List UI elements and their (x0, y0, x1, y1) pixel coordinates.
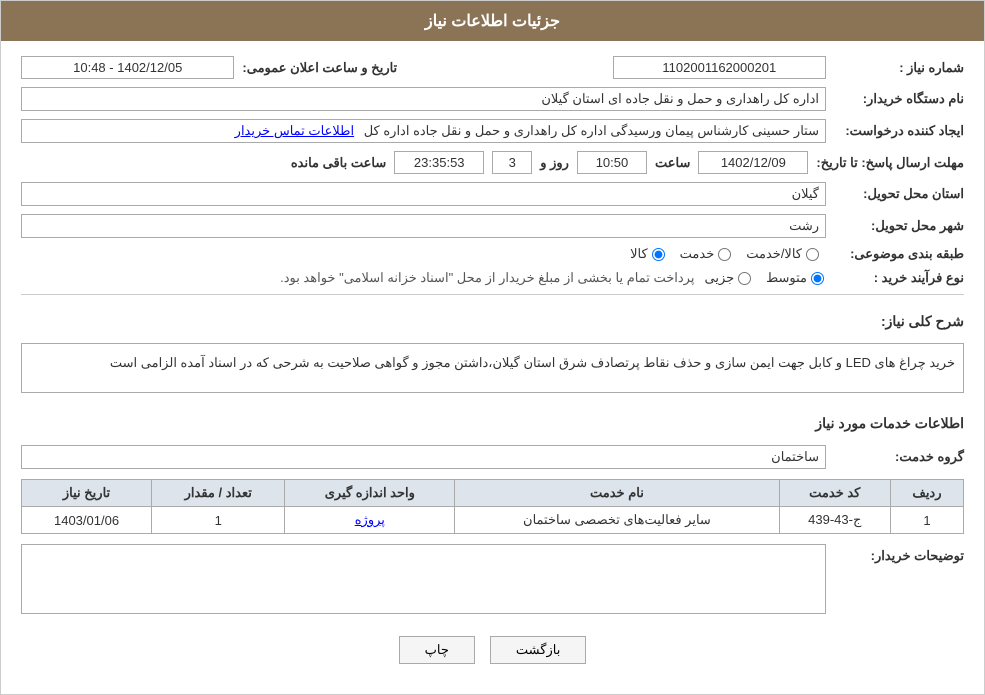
deadline-label: مهلت ارسال پاسخ: تا تاریخ: (816, 155, 964, 171)
creator-link[interactable]: اطلاعات تماس خریدار (235, 123, 354, 138)
process-motavasset-radio[interactable] (811, 272, 824, 285)
province-label: استان محل تحویل: (834, 186, 964, 202)
back-button[interactable]: بازگشت (490, 636, 586, 664)
th-row-num: ردیف (890, 480, 963, 507)
city-value: رشت (21, 214, 826, 238)
process-motavasset[interactable]: متوسط (766, 270, 824, 286)
row-city: شهر محل تحویل: رشت (21, 214, 964, 238)
row-category: طبقه بندی موضوعی: کالا/خدمت خدمت کالا (21, 246, 964, 262)
deadline-days: 3 (492, 151, 532, 174)
announcement-label: تاریخ و ساعت اعلان عمومی: (242, 60, 397, 76)
city-label: شهر محل تحویل: (834, 218, 964, 234)
service-table: ردیف کد خدمت نام خدمت واحد اندازه گیری ت… (21, 479, 964, 534)
deadline-time: 10:50 (577, 151, 647, 174)
row-buyer-org: نام دستگاه خریدار: اداره کل راهداری و حم… (21, 87, 964, 111)
category-kala-khedmat-radio[interactable] (806, 248, 819, 261)
deadline-day-label: روز و (540, 155, 569, 171)
th-service-code: کد خدمت (779, 480, 890, 507)
service-group-label: گروه خدمت: (834, 449, 964, 465)
process-note: پرداخت تمام یا بخشی از مبلغ خریدار از مح… (21, 270, 694, 286)
process-label: نوع فرآیند خرید : (834, 270, 964, 286)
row-creator: ایجاد کننده درخواست: ستار حسینی کارشناس … (21, 119, 964, 143)
need-number-value: 1102001162000201 (613, 56, 826, 79)
row-service-section: اطلاعات خدمات مورد نیاز (21, 405, 964, 437)
table-row: 1 ج-43-439 سایر فعالیت‌های تخصصی ساختمان… (22, 507, 964, 534)
row-service-group: گروه خدمت: ساختمان (21, 445, 964, 469)
deadline-remaining: 23:35:53 (394, 151, 484, 174)
cell-date: 1403/01/06 (22, 507, 152, 534)
category-khedmat[interactable]: خدمت (680, 246, 732, 262)
buyer-notes-label: توضیحات خریدار: (834, 544, 964, 564)
cell-qty: 1 (152, 507, 285, 534)
category-kala-khedmat-label: کالا/خدمت (746, 246, 802, 262)
deadline-date: 1402/12/09 (698, 151, 808, 174)
category-khedmat-label: خدمت (680, 246, 715, 262)
buyer-notes-textarea[interactable] (21, 544, 826, 614)
process-motavasset-label: متوسط (766, 270, 807, 286)
page-header: جزئیات اطلاعات نیاز (1, 1, 984, 41)
category-kala-radio[interactable] (652, 248, 665, 261)
separator-1 (21, 294, 964, 295)
deadline-time-label: ساعت (655, 155, 690, 171)
process-jozee-radio[interactable] (738, 272, 751, 285)
cell-service-name: سایر فعالیت‌های تخصصی ساختمان (455, 507, 779, 534)
service-table-body: 1 ج-43-439 سایر فعالیت‌های تخصصی ساختمان… (22, 507, 964, 534)
page-title: جزئیات اطلاعات نیاز (425, 13, 560, 30)
announcement-value: 1402/12/05 - 10:48 (21, 56, 234, 79)
buyer-org-value: اداره کل راهداری و حمل و نقل جاده ای است… (21, 87, 826, 111)
row-need-number: شماره نیاز : 1102001162000201 تاریخ و سا… (21, 56, 964, 79)
category-kala-label: کالا (630, 246, 648, 262)
row-process: نوع فرآیند خرید : متوسط جزیی پرداخت تمام… (21, 270, 964, 286)
content-area: شماره نیاز : 1102001162000201 تاریخ و سا… (1, 41, 984, 694)
category-radio-group: کالا/خدمت خدمت کالا (630, 246, 819, 262)
row-description-header: شرح کلی نیاز: (21, 303, 964, 335)
description-section-label: شرح کلی نیاز: (881, 313, 964, 330)
deadline-remaining-label: ساعت باقی مانده (291, 155, 386, 171)
th-qty: تعداد / مقدار (152, 480, 285, 507)
process-jozee-label: جزیی (704, 270, 734, 286)
th-service-name: نام خدمت (455, 480, 779, 507)
service-table-header-row: ردیف کد خدمت نام خدمت واحد اندازه گیری ت… (22, 480, 964, 507)
th-date: تاریخ نیاز (22, 480, 152, 507)
description-text: خرید چراغ های LED و کابل جهت ایمن سازی و… (21, 343, 964, 393)
service-group-value: ساختمان (21, 445, 826, 469)
category-kala-khedmat[interactable]: کالا/خدمت (746, 246, 819, 262)
service-section-label: اطلاعات خدمات مورد نیاز (815, 415, 964, 432)
buyer-org-label: نام دستگاه خریدار: (834, 91, 964, 107)
category-khedmat-radio[interactable] (718, 248, 731, 261)
button-row: بازگشت چاپ (21, 626, 964, 679)
cell-service-code: ج-43-439 (779, 507, 890, 534)
category-kala[interactable]: کالا (630, 246, 665, 262)
need-number-label: شماره نیاز : (834, 60, 964, 76)
creator-label: ایجاد کننده درخواست: (834, 123, 964, 139)
print-button[interactable]: چاپ (399, 636, 475, 664)
page-wrapper: جزئیات اطلاعات نیاز شماره نیاز : 1102001… (0, 0, 985, 695)
cell-unit[interactable]: پروژه (285, 507, 455, 534)
process-radio-group: متوسط جزیی (704, 270, 824, 286)
category-label: طبقه بندی موضوعی: (834, 246, 964, 262)
process-jozee[interactable]: جزیی (704, 270, 751, 286)
creator-value: ستار حسینی کارشناس پیمان ورسیدگی اداره ک… (21, 119, 826, 143)
th-unit: واحد اندازه گیری (285, 480, 455, 507)
service-table-head: ردیف کد خدمت نام خدمت واحد اندازه گیری ت… (22, 480, 964, 507)
notes-area: توضیحات خریدار: (21, 544, 964, 614)
row-deadline: مهلت ارسال پاسخ: تا تاریخ: 1402/12/09 سا… (21, 151, 964, 174)
cell-row-num: 1 (890, 507, 963, 534)
row-province: استان محل تحویل: گیلان (21, 182, 964, 206)
province-value: گیلان (21, 182, 826, 206)
